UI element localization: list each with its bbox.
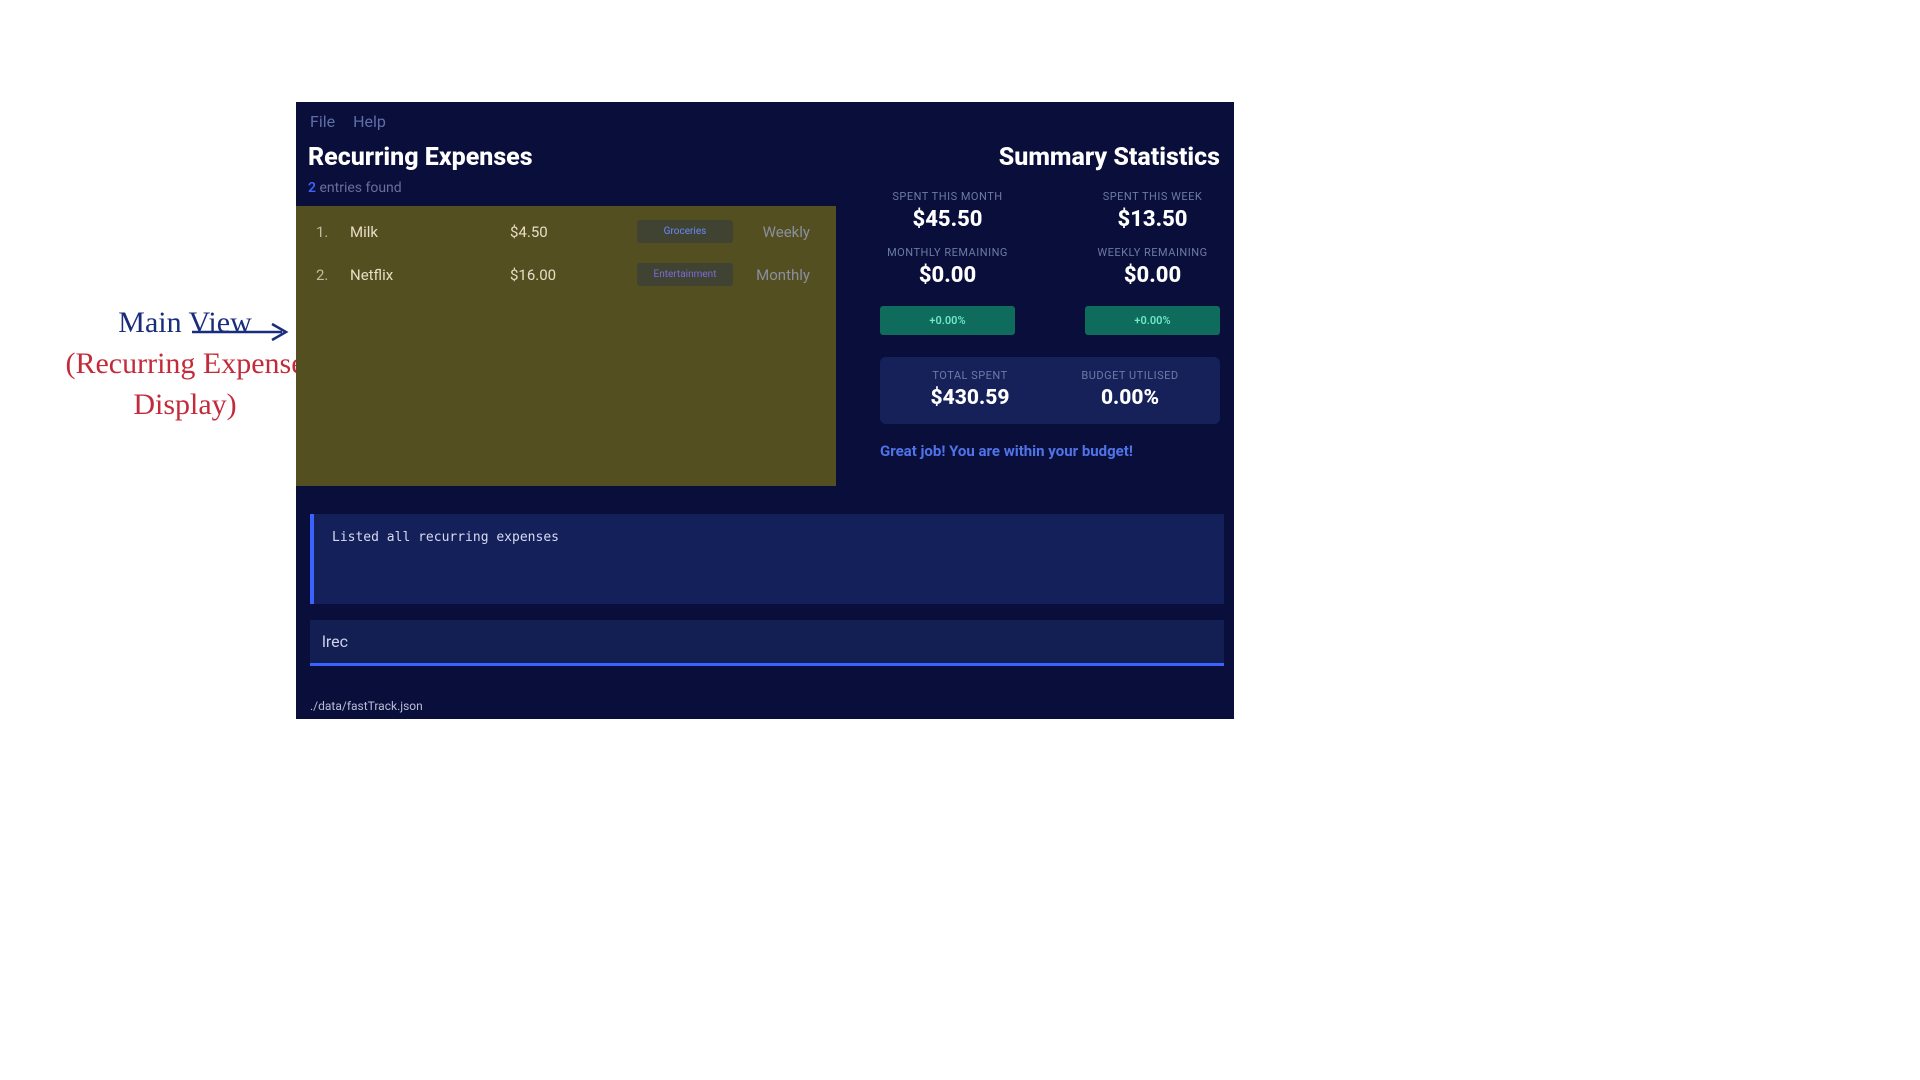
stat-value-budget-utilised: 0.00% bbox=[1050, 382, 1210, 410]
stat-value-total-spent: $430.59 bbox=[890, 382, 1050, 410]
entries-count-number: 2 bbox=[308, 180, 316, 196]
app-window: File Help Recurring Expenses 2 entries f… bbox=[296, 102, 1234, 719]
expense-row[interactable]: 2. Netflix $16.00 Entertainment Monthly bbox=[296, 253, 836, 296]
category-chip: Entertainment bbox=[637, 263, 733, 286]
row-name: Milk bbox=[350, 223, 500, 241]
stat-label-week-remaining: WEEKLY REMAINING bbox=[1085, 246, 1220, 259]
main-view-recurring-expenses: Recurring Expenses 2 entries found 1. Mi… bbox=[296, 137, 856, 486]
output-log: Listed all recurring expenses bbox=[310, 514, 1224, 604]
row-index: 1. bbox=[316, 223, 340, 241]
stat-value-spent-week: $13.50 bbox=[1085, 207, 1220, 242]
totals-box: TOTAL SPENT $430.59 BUDGET UTILISED 0.00… bbox=[880, 357, 1220, 424]
menu-file[interactable]: File bbox=[310, 112, 335, 131]
stat-label-budget-utilised: BUDGET UTILISED bbox=[1050, 369, 1210, 382]
log-line: Listed all recurring expenses bbox=[332, 530, 1206, 545]
stat-label-month-remaining: MONTHLY REMAINING bbox=[880, 246, 1015, 259]
expense-row[interactable]: 1. Milk $4.50 Groceries Weekly bbox=[296, 210, 836, 253]
entries-count-text: entries found bbox=[316, 180, 402, 196]
entries-found-label: 2 entries found bbox=[306, 180, 856, 206]
budget-status-message: Great job! You are within your budget! bbox=[880, 424, 1220, 460]
row-category: Entertainment bbox=[630, 263, 740, 286]
summary-statistics-panel: Summary Statistics SPENT THIS MONTH SPEN… bbox=[856, 137, 1234, 460]
menu-help[interactable]: Help bbox=[353, 112, 386, 131]
row-amount: $16.00 bbox=[510, 266, 620, 284]
row-amount: $4.50 bbox=[510, 223, 620, 241]
category-chip: Groceries bbox=[637, 220, 733, 243]
section-title-left: Recurring Expenses bbox=[306, 137, 856, 180]
row-frequency: Monthly bbox=[750, 266, 816, 284]
menubar: File Help bbox=[296, 102, 1234, 137]
row-frequency: Weekly bbox=[750, 223, 816, 241]
row-name: Netflix bbox=[350, 266, 500, 284]
stat-label-spent-week: SPENT THIS WEEK bbox=[1085, 190, 1220, 203]
expense-list: 1. Milk $4.50 Groceries Weekly 2. Netfli… bbox=[296, 206, 836, 486]
stat-label-spent-month: SPENT THIS MONTH bbox=[880, 190, 1015, 203]
annotation-sub-2: Display) bbox=[55, 385, 315, 424]
stat-value-month-remaining: $0.00 bbox=[880, 263, 1015, 298]
arrow-icon bbox=[190, 320, 295, 344]
command-input[interactable]: lrec bbox=[310, 620, 1224, 666]
stat-value-week-remaining: $0.00 bbox=[1085, 263, 1220, 298]
row-category: Groceries bbox=[630, 220, 740, 243]
stat-value-spent-month: $45.50 bbox=[880, 207, 1015, 242]
stat-label-total-spent: TOTAL SPENT bbox=[890, 369, 1050, 382]
week-percent-chip: +0.00% bbox=[1085, 306, 1220, 335]
section-title-right: Summary Statistics bbox=[880, 137, 1220, 190]
row-index: 2. bbox=[316, 266, 340, 284]
annotation-sub-1: (Recurring Expense bbox=[55, 344, 315, 383]
command-input-value: lrec bbox=[322, 632, 348, 651]
month-percent-chip: +0.00% bbox=[880, 306, 1015, 335]
footer-file-path: ./data/fastTrack.json bbox=[310, 699, 423, 713]
